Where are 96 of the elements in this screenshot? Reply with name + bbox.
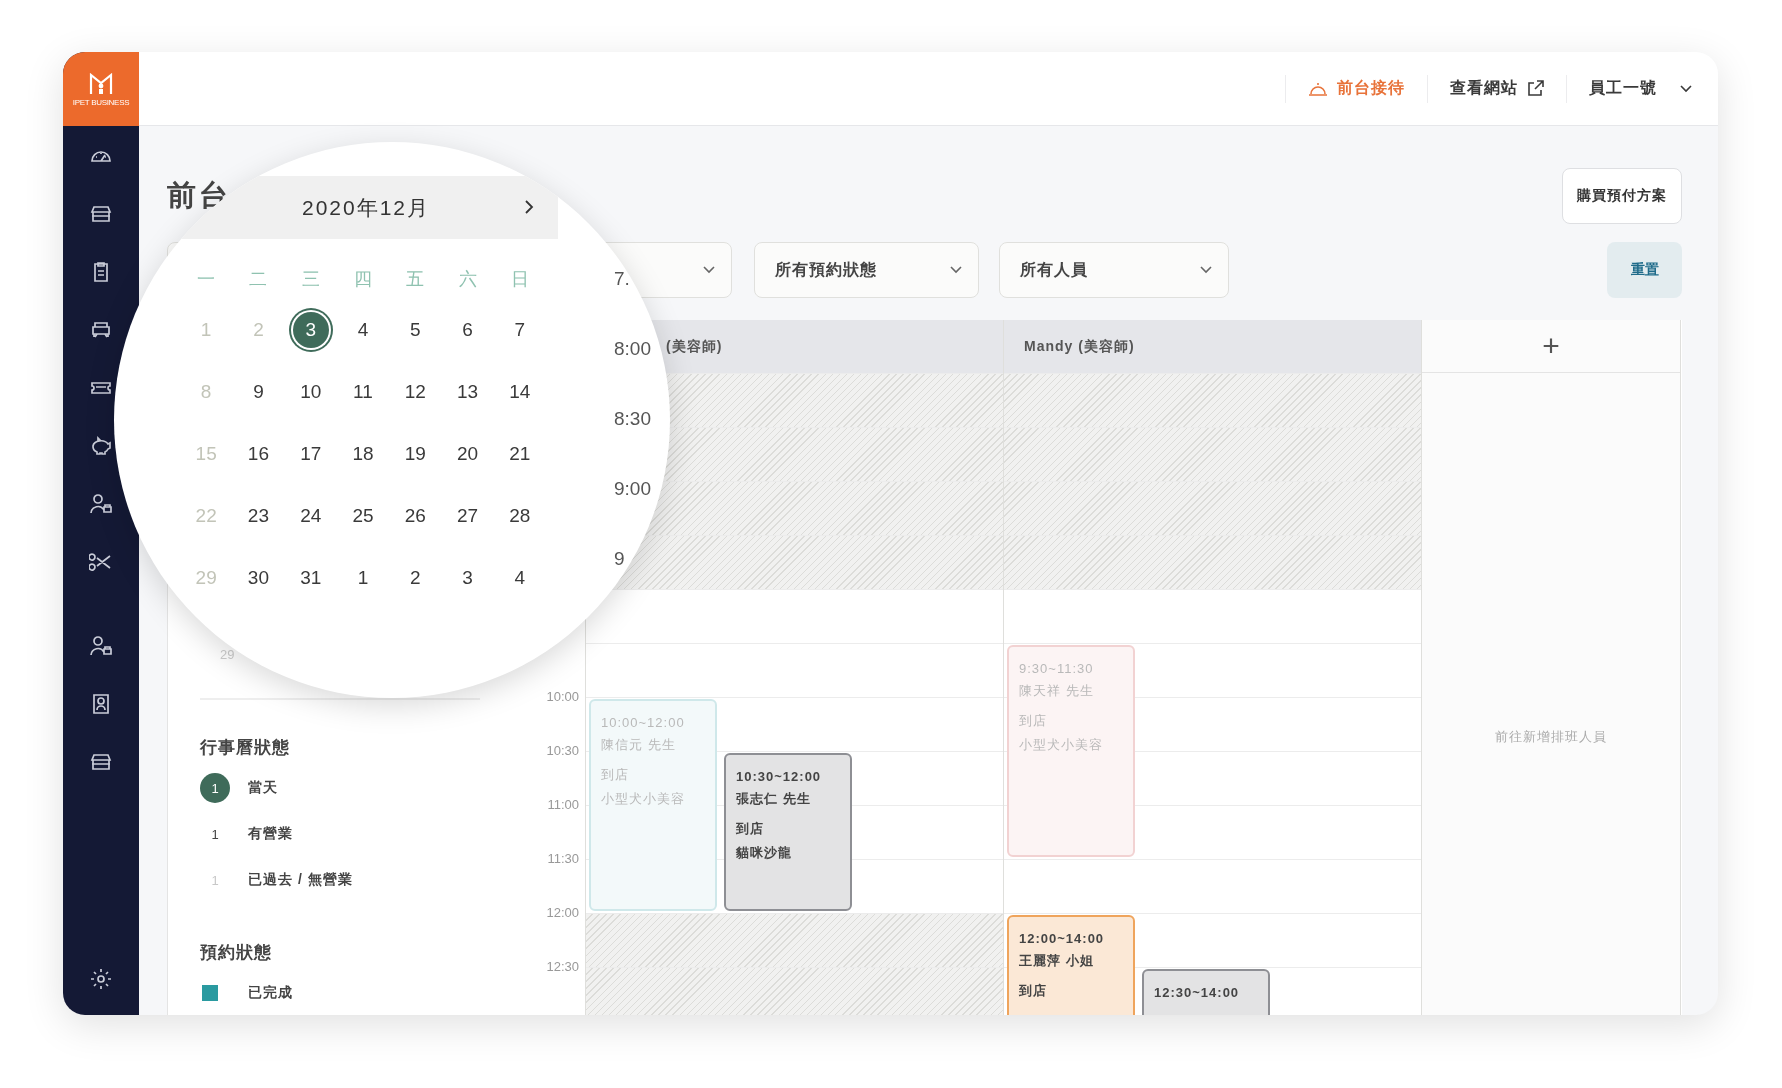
appointment-detail: 陳信元 先生 (601, 736, 677, 754)
appointment-detail: 陳天祥 先生 (1019, 682, 1095, 700)
calendar-day[interactable]: 5 (395, 310, 436, 350)
calendar-day[interactable]: 4 (343, 310, 383, 350)
legend-label: 已過去 / 無營業 (248, 871, 353, 889)
weekday-label: 日 (509, 268, 530, 291)
chevron-right-icon[interactable] (524, 199, 534, 215)
weekday-label: 四 (353, 268, 373, 291)
weekday-label: 五 (405, 268, 426, 291)
settings-icon[interactable] (89, 967, 113, 991)
chevron-down-icon (1200, 266, 1212, 274)
weekday-label: 三 (300, 268, 321, 291)
calendar-day[interactable]: 6 (447, 310, 488, 350)
appointment-time: 12:00~14:00 (1019, 931, 1106, 946)
appointment-time: 10:00~12:00 (601, 715, 686, 730)
calendar-day[interactable]: 18 (343, 434, 383, 474)
calendar-day[interactable]: 19 (395, 434, 436, 474)
appointment-detail: 小型犬小美容 (601, 790, 686, 808)
time-label: 10:00 (546, 689, 579, 704)
calendar-day[interactable]: 31 (290, 558, 331, 598)
calendar-day[interactable]: 27 (447, 496, 488, 536)
weekday-label: 二 (248, 268, 269, 291)
legend-label: 當天 (248, 779, 278, 797)
person-icon[interactable] (89, 634, 113, 658)
appointment-time: 9:30~11:30 (1019, 661, 1095, 676)
nav-link[interactable]: 員工一號 (1589, 78, 1692, 99)
time-label: 9:00 (614, 478, 651, 501)
weekday-label: 一 (196, 268, 217, 291)
external-link-icon (1527, 80, 1544, 97)
calendar-day[interactable]: 14 (499, 372, 540, 412)
appointment-card[interactable]: 10:30~12:00 張志仁 先生 到店 貓咪沙龍 (724, 753, 852, 911)
time-label: 12:00 (546, 905, 579, 920)
chevron-down-icon (1680, 84, 1692, 93)
logo-caption: IPET BUSINESS (72, 97, 130, 107)
appointment-detail: 王麗萍 小姐 (1019, 952, 1095, 970)
legend-label: 已完成 (248, 984, 293, 1002)
calendar-day[interactable]: 11 (343, 372, 383, 412)
calendar-day[interactable]: 3 (447, 558, 488, 598)
time-label: 8:00 (614, 338, 651, 361)
time-label: 11:00 (547, 797, 579, 812)
calendar-day[interactable]: 9 (238, 372, 279, 412)
appointment-card[interactable]: 12:30~14:00 (1142, 969, 1270, 1015)
open-day-sample: 1 (210, 825, 220, 844)
time-label: 12:30 (546, 959, 579, 974)
calendar-day[interactable]: 23 (238, 496, 279, 536)
purchase-button[interactable]: 購買預付方案 (1562, 168, 1682, 224)
calendar-day[interactable]: 4 (499, 558, 540, 598)
calendar-day[interactable]: 12 (395, 372, 436, 412)
scissors-icon[interactable] (89, 550, 113, 574)
appointment-time: 10:30~12:00 (736, 769, 823, 784)
calendar-day[interactable]: 10 (290, 372, 331, 412)
calendar-day[interactable]: 2 (395, 558, 436, 598)
reset-button[interactable]: 重置 (1607, 242, 1682, 298)
calendar-day[interactable]: 16 (238, 434, 279, 474)
calendar-day[interactable]: 13 (447, 372, 488, 412)
column-header: Mandy (美容師) (1004, 320, 1421, 373)
nav-link[interactable]: 查看網站 (1450, 78, 1544, 99)
month-title: 2020年12月 (301, 194, 431, 221)
bell-icon (1308, 80, 1328, 97)
today-marker: 1 (200, 773, 230, 803)
calendar-day[interactable]: 7 (499, 310, 540, 350)
appointment-detail: 到店 (1019, 982, 1048, 1000)
appointment-detail: 小型犬小美容 (1019, 736, 1104, 754)
piggy-icon[interactable] (89, 434, 113, 458)
appointment-detail: 到店 (601, 766, 630, 784)
person-icon[interactable] (89, 492, 113, 516)
calendar-day[interactable]: 30 (238, 558, 279, 598)
filter-dropdown[interactable]: 所有預約狀態 (754, 242, 979, 298)
calendar-day[interactable]: 17 (290, 434, 331, 474)
appointment-detail: 貓咪沙龍 (736, 844, 793, 862)
time-label: 8:30 (614, 408, 651, 431)
time-label: 7. (614, 268, 631, 291)
calendar-day[interactable]: 24 (290, 496, 331, 536)
calendar-day[interactable]: 21 (499, 434, 540, 474)
time-label: 10:30 (546, 743, 579, 758)
time-label: 11:30 (547, 851, 579, 866)
calendar-day[interactable]: 25 (343, 496, 383, 536)
calendar-day[interactable]: 3 (290, 310, 331, 350)
calendar-day[interactable]: 1 (343, 558, 383, 598)
chevron-down-icon (703, 266, 715, 274)
appointment-time: 12:30~14:00 (1154, 985, 1241, 1000)
appointment-card[interactable]: 12:00~14:00 王麗萍 小姐 到店 (1007, 915, 1135, 1015)
logo-icon (88, 71, 114, 96)
calendar-day[interactable]: 26 (395, 496, 436, 536)
appointment-detail: 張志仁 先生 (736, 790, 812, 808)
legend-title: 預約狀態 (200, 942, 273, 964)
calendar-day[interactable]: 28 (499, 496, 540, 536)
legend-title: 行事曆狀態 (200, 737, 291, 759)
chevron-down-icon (950, 266, 962, 274)
time-label: 9 (614, 548, 626, 571)
appointment-detail: 到店 (1019, 712, 1048, 730)
appointment-detail: 到店 (736, 820, 765, 838)
legend-label: 有營業 (248, 825, 293, 843)
filter-dropdown[interactable]: 所有人員 (999, 242, 1229, 298)
weekday-label: 六 (457, 268, 478, 291)
calendar-day[interactable]: 20 (447, 434, 488, 474)
